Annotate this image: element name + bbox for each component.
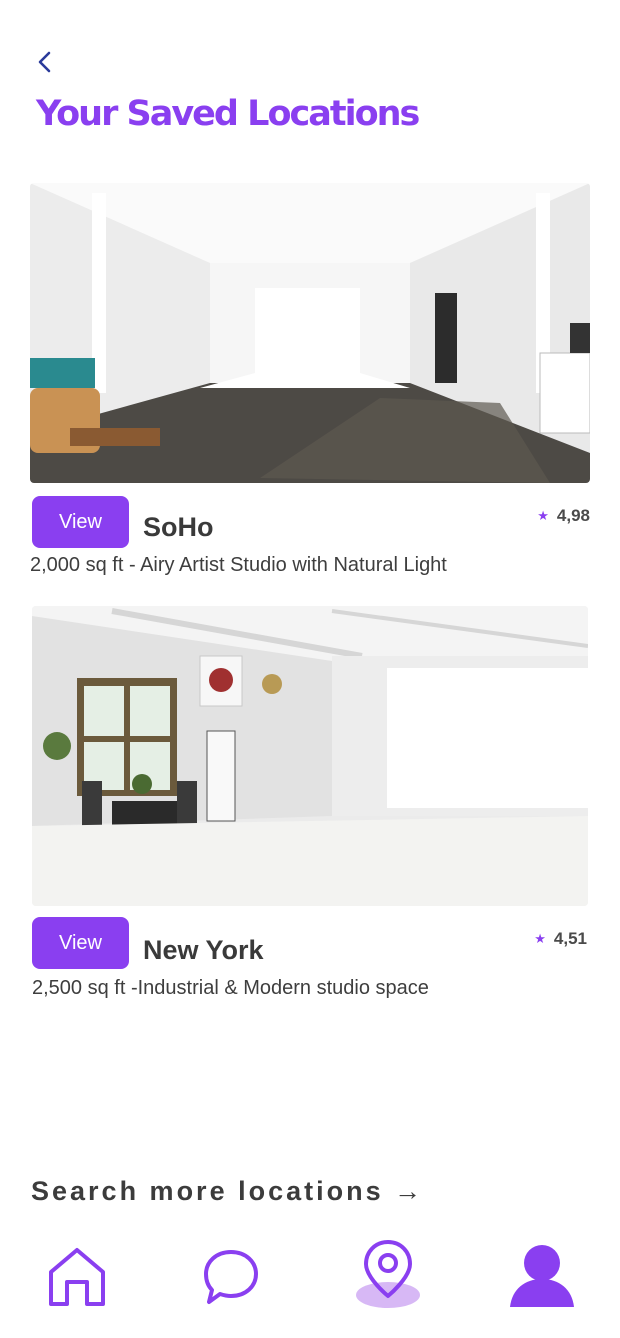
view-button[interactable]: View <box>32 917 129 969</box>
location-card: View SoHo ★ 4,98 2,000 sq ft - Airy Arti… <box>30 183 590 576</box>
search-more-link[interactable]: Search more locations → <box>31 1176 424 1207</box>
star-icon: ★ <box>537 508 549 523</box>
location-description: 2,000 sq ft - Airy Artist Studio with Na… <box>30 554 447 576</box>
map-pin-icon <box>356 1240 420 1308</box>
location-description: 2,500 sq ft -Industrial & Modern studio … <box>32 977 429 999</box>
location-name: SoHo <box>143 512 214 542</box>
home-icon <box>49 1248 105 1306</box>
view-button[interactable]: View <box>32 496 129 548</box>
nav-messages[interactable] <box>186 1236 276 1316</box>
star-icon: ★ <box>534 931 546 946</box>
saved-locations-screen: Your Saved Locations View SoHo ★ 4,98 2,… <box>0 0 620 1338</box>
profile-icon <box>510 1245 574 1307</box>
chevron-left-icon <box>38 51 51 73</box>
back-button[interactable] <box>30 46 60 78</box>
location-name: New York <box>143 935 264 965</box>
location-photo[interactable] <box>32 606 588 906</box>
page-title: Your Saved Locations <box>36 94 420 134</box>
nav-home[interactable] <box>32 1236 122 1316</box>
rating-value: 4,98 <box>556 506 590 525</box>
location-photo[interactable] <box>30 183 590 483</box>
nav-saved-locations[interactable] <box>343 1236 433 1316</box>
rating-value: 4,51 <box>553 929 587 948</box>
rating: ★ 4,51 <box>534 929 587 949</box>
nav-profile[interactable] <box>497 1236 587 1316</box>
location-card: View New York ★ 4,51 2,500 sq ft -Indust… <box>30 606 590 999</box>
chat-icon <box>204 1250 258 1304</box>
bottom-nav <box>0 1226 620 1338</box>
rating: ★ 4,98 <box>537 506 590 526</box>
